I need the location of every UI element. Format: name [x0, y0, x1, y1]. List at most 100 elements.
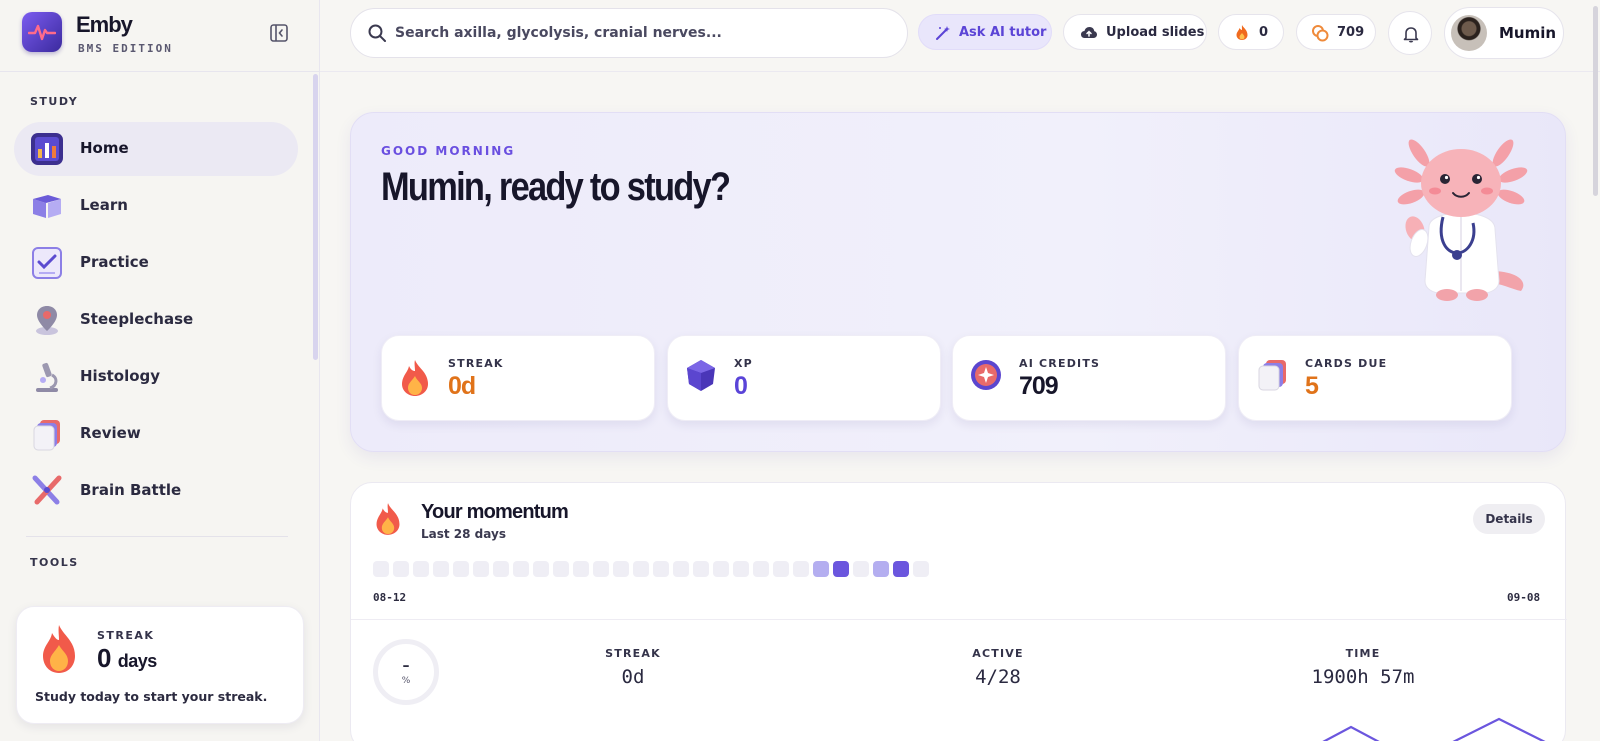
streak-hint: Study today to start your streak. [35, 689, 268, 704]
credits-counter-pill[interactable]: 709 [1296, 14, 1376, 50]
activity-day-cell[interactable] [373, 561, 389, 577]
search-icon [367, 23, 387, 47]
activity-day-cell[interactable] [413, 561, 429, 577]
upload-slides-button[interactable]: Upload slides [1063, 14, 1207, 50]
momentum-title: Your momentum [421, 501, 569, 523]
activity-day-cell[interactable] [573, 561, 589, 577]
activity-day-cell[interactable] [453, 561, 469, 577]
momentum-stat-label: STREAK [605, 647, 661, 660]
sidebar-item-learn[interactable]: Learn [14, 179, 298, 233]
flame-icon [37, 623, 81, 679]
streak-value: 0 days [97, 643, 157, 674]
ask-ai-tutor-label: Ask AI tutor [959, 25, 1047, 40]
activity-day-cell[interactable] [813, 561, 829, 577]
stat-value: 709 [1019, 372, 1059, 400]
activity-day-cell[interactable] [893, 561, 909, 577]
sidebar-item-label: Brain Battle [80, 481, 182, 499]
activity-day-cell[interactable] [873, 561, 889, 577]
momentum-stat-label: ACTIVE [972, 647, 1024, 660]
activity-day-cell[interactable] [633, 561, 649, 577]
user-menu-button[interactable]: Mumin [1444, 7, 1564, 59]
sidebar-item-label: Steeplechase [80, 310, 194, 328]
sidebar-item-histology[interactable]: Histology [14, 350, 298, 404]
streak-counter-pill[interactable]: 0 [1218, 14, 1284, 50]
search-bar[interactable] [350, 8, 908, 58]
flame-icon [1236, 25, 1248, 40]
momentum-stat-value: 4/28 [975, 666, 1021, 688]
activity-day-cell[interactable] [653, 561, 669, 577]
stat-card-cards-due[interactable]: CARDS DUE 5 [1238, 335, 1512, 421]
map-pin-icon [30, 303, 64, 337]
activity-day-cell[interactable] [853, 561, 869, 577]
activity-day-cell[interactable] [553, 561, 569, 577]
activity-day-cell[interactable] [733, 561, 749, 577]
streak-counter-value: 0 [1259, 25, 1269, 40]
axolotl-mascot-illustration [1391, 131, 1531, 307]
activity-day-cell[interactable] [393, 561, 409, 577]
activity-day-cell[interactable] [833, 561, 849, 577]
cards-icon [30, 417, 64, 451]
activity-day-cell[interactable] [533, 561, 549, 577]
ask-ai-tutor-button[interactable]: Ask AI tutor [918, 14, 1052, 50]
activity-day-cell[interactable] [693, 561, 709, 577]
sidebar-item-label: Review [80, 424, 141, 442]
search-input[interactable] [395, 22, 895, 44]
sidebar-scrollbar[interactable] [313, 74, 318, 360]
logo-icon[interactable] [22, 12, 62, 52]
activity-day-cell[interactable] [913, 561, 929, 577]
stat-card-streak[interactable]: STREAK 0d [381, 335, 655, 421]
stat-card-xp[interactable]: XP 0 [667, 335, 941, 421]
activity-day-cell[interactable] [433, 561, 449, 577]
flame-icon [373, 501, 403, 541]
flame-icon [398, 358, 432, 402]
momentum-stat-time: TIME 1900h 57m [1243, 647, 1483, 688]
momentum-panel: Your momentum Last 28 days Details 08-12… [350, 482, 1567, 741]
activity-day-cell[interactable] [673, 561, 689, 577]
details-button[interactable]: Details [1473, 504, 1545, 534]
activity-day-cell[interactable] [493, 561, 509, 577]
microscope-icon [30, 360, 64, 394]
greeting-kicker: GOOD MORNING [381, 144, 516, 158]
page-scrollbar-thumb[interactable] [1593, 6, 1598, 196]
magic-wand-icon [936, 26, 950, 40]
sidebar-item-steeplechase[interactable]: Steeplechase [14, 293, 298, 347]
notifications-button[interactable] [1388, 11, 1432, 55]
momentum-stat-value: 1900h 57m [1311, 666, 1415, 688]
sidebar-item-practice[interactable]: Practice [14, 236, 298, 290]
activity-day-cell[interactable] [753, 561, 769, 577]
sidebar-divider [26, 536, 288, 537]
stat-label: STREAK [448, 357, 504, 370]
gem-icon [684, 358, 718, 396]
greeting-title: Mumin, ready to study? [381, 165, 731, 209]
brand-edition: BMS EDITION [78, 42, 173, 55]
sidebar-item-brain-battle[interactable]: Brain Battle [14, 464, 298, 518]
stat-card-ai-credits[interactable]: AI CREDITS 709 [952, 335, 1226, 421]
topbar: Ask AI tutor Upload slides 0 709 Mumin [320, 0, 1600, 72]
streak-label: STREAK [97, 629, 155, 642]
activity-day-cell[interactable] [613, 561, 629, 577]
sidebar-item-label: Practice [80, 253, 149, 271]
collapse-sidebar-icon[interactable] [268, 22, 290, 44]
credit-coin-icon [969, 358, 1003, 396]
activity-day-cell[interactable] [713, 561, 729, 577]
activity-day-cell[interactable] [513, 561, 529, 577]
activity-day-cell[interactable] [773, 561, 789, 577]
activity-day-cell[interactable] [593, 561, 609, 577]
stat-label: CARDS DUE [1305, 357, 1388, 370]
user-name: Mumin [1499, 24, 1557, 42]
sidebar-item-review[interactable]: Review [14, 407, 298, 461]
stat-value: 0 [734, 372, 748, 400]
activity-day-cell[interactable] [793, 561, 809, 577]
brand-name: Emby [76, 12, 133, 37]
chart-icon [30, 132, 64, 166]
divider [351, 619, 1567, 620]
card-stack-icon [1255, 358, 1289, 396]
momentum-stat-active: ACTIVE 4/28 [878, 647, 1118, 688]
stat-value: 5 [1305, 372, 1319, 400]
momentum-sparkline [1322, 717, 1546, 741]
page-scrollbar[interactable] [1592, 0, 1600, 741]
sidebar-item-label: Histology [80, 367, 161, 385]
activity-day-cell[interactable] [473, 561, 489, 577]
sidebar: Emby BMS EDITION STUDY Home Learn Practi… [0, 0, 320, 741]
sidebar-item-home[interactable]: Home [14, 122, 298, 176]
